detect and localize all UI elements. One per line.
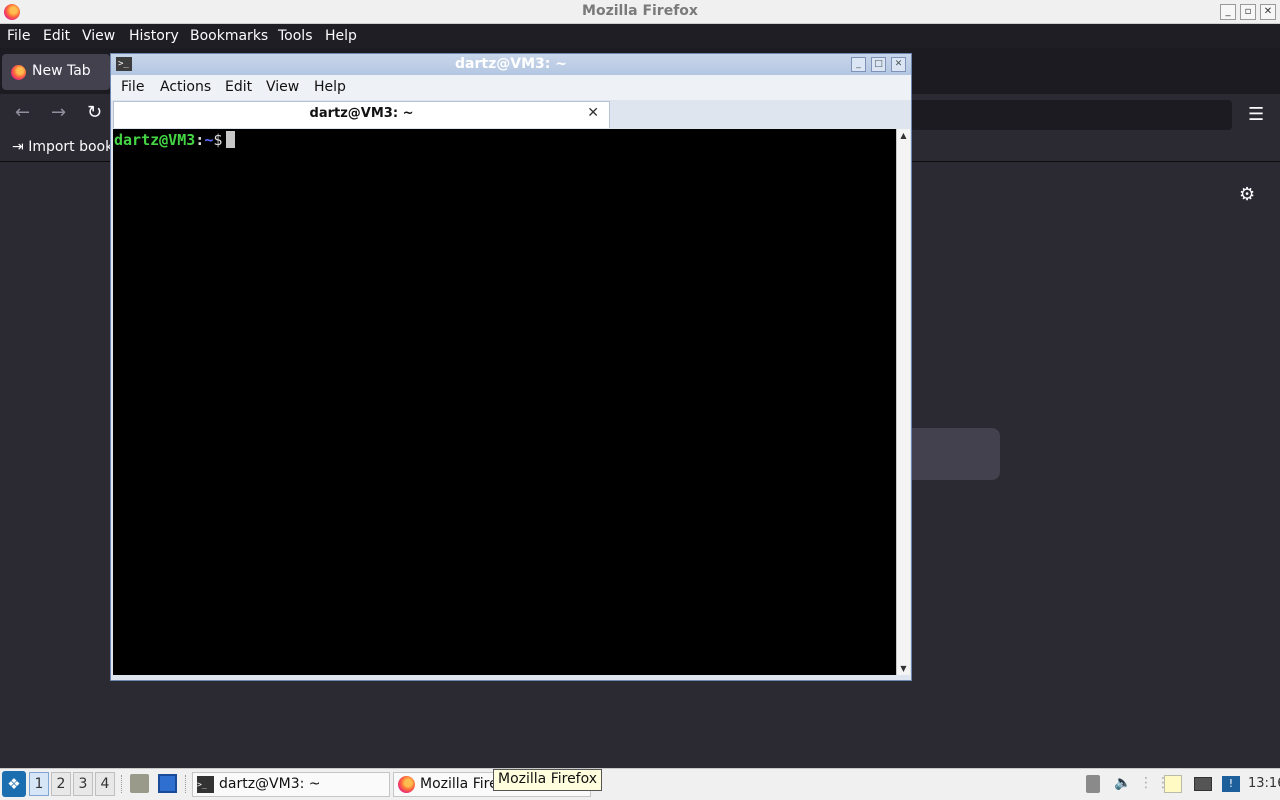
clock: 13:16 [1248,776,1280,791]
tray-separator: ⋮ [1139,775,1153,791]
terminal-tab-label: dartz@VM3: ~ [309,106,414,121]
scroll-up-arrow-icon[interactable]: ▲ [898,130,909,141]
gear-icon[interactable]: ⚙ [1239,184,1255,205]
terminal-menu-view[interactable]: View [266,79,299,95]
taskbar-separator [121,775,123,793]
prompt-path: ~ [204,131,214,149]
terminal-task-icon: >_ [197,776,214,793]
scroll-down-arrow-icon[interactable]: ▼ [898,663,909,674]
import-icon: ⇥ [12,139,24,155]
url-bar[interactable] [910,100,1232,130]
prompt-colon: : [195,131,205,149]
workspace-1[interactable]: 1 [29,772,49,796]
menu-tools[interactable]: Tools [278,28,313,44]
firefox-window-title: Mozilla Firefox [582,3,698,19]
menu-view[interactable]: View [82,28,115,44]
shell-prompt: dartz@VM3:~$ [114,131,236,149]
volume-icon[interactable]: 🔈 [1114,775,1131,791]
terminal-minimize-button[interactable]: _ [851,57,866,72]
prompt-dollar: $ [213,131,223,149]
removable-drive-icon[interactable] [1086,775,1100,793]
network-icon[interactable] [1194,777,1212,791]
firefox-task-icon [398,776,415,793]
menu-file[interactable]: File [7,28,30,44]
terminal-window: >_ dartz@VM3: ~ _ □ ✕ File Actions Edit … [110,53,912,681]
back-arrow-icon[interactable]: ← [15,102,30,123]
import-bookmarks-label: Import book [28,139,114,155]
terminal-menu-edit[interactable]: Edit [225,79,252,95]
firefox-menubar: File Edit View History Bookmarks Tools H… [0,24,1280,48]
menu-edit[interactable]: Edit [43,28,70,44]
terminal-menu-help[interactable]: Help [314,79,346,95]
notes-icon[interactable] [1164,775,1182,793]
close-button[interactable]: ✕ [1260,4,1276,20]
task-terminal[interactable]: >_ dartz@VM3: ~ [192,772,390,797]
task-terminal-label: dartz@VM3: ~ [219,776,321,792]
terminal-close-button[interactable]: ✕ [891,57,906,72]
hamburger-menu-icon[interactable]: ☰ [1248,104,1264,125]
tab-close-icon[interactable]: ✕ [587,105,599,121]
workspace-2[interactable]: 2 [51,772,71,796]
terminal-titlebar[interactable]: >_ dartz@VM3: ~ _ □ ✕ [111,54,911,75]
show-desktop-icon[interactable] [158,774,177,793]
firefox-titlebar: Mozilla Firefox _ ▫ ✕ [0,0,1280,24]
minimize-button[interactable]: _ [1220,4,1236,20]
terminal-tab[interactable]: dartz@VM3: ~ ✕ [113,101,610,128]
firefox-tab-icon [11,65,26,80]
terminal-screen[interactable]: dartz@VM3:~$ [113,129,896,675]
tab-label: New Tab [32,63,91,79]
taskbar-separator [185,775,187,793]
notification-icon[interactable]: ! [1222,776,1240,792]
text-cursor [226,131,236,148]
menu-history[interactable]: History [129,28,179,44]
menu-bookmarks[interactable]: Bookmarks [190,28,268,44]
restore-button[interactable]: ▫ [1240,4,1256,20]
import-bookmarks-button[interactable]: ⇥ Import book [12,139,113,155]
terminal-window-title: dartz@VM3: ~ [455,56,567,72]
terminal-maximize-button[interactable]: □ [871,57,886,72]
prompt-user-host: dartz@VM3 [114,131,196,149]
menu-help[interactable]: Help [325,28,357,44]
workspace-4[interactable]: 4 [95,772,115,796]
terminal-menu-file[interactable]: File [121,79,144,95]
file-manager-icon[interactable] [130,774,149,793]
start-menu-button[interactable]: ❖ [2,771,26,797]
tab-new-tab[interactable]: New Tab [2,54,110,90]
workspace-3[interactable]: 3 [73,772,93,796]
forward-arrow-icon[interactable]: → [51,102,66,123]
newtab-search-box[interactable] [905,428,1000,480]
tooltip: Mozilla Firefox [493,769,603,791]
terminal-scrollbar[interactable]: ▲ ▼ [896,129,910,675]
reload-icon[interactable]: ↻ [87,102,102,123]
terminal-menubar: File Actions Edit View Help [111,75,911,100]
terminal-menu-actions[interactable]: Actions [160,79,211,95]
